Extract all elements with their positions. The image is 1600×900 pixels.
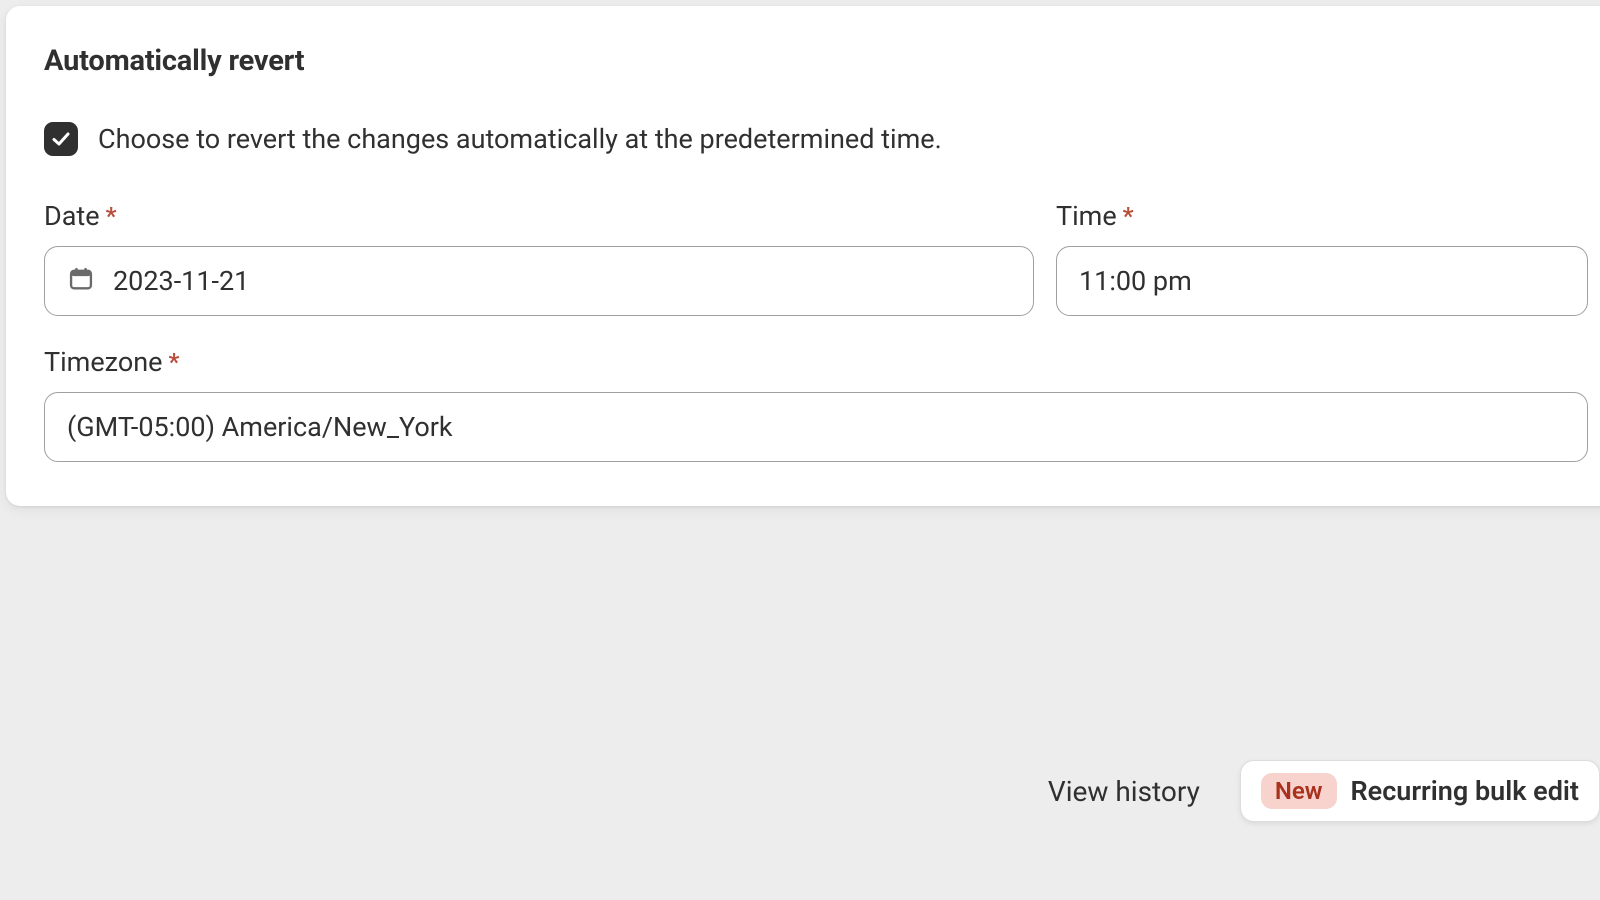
auto-revert-checkbox-row: Choose to revert the changes automatical… [44,122,1588,156]
date-input-wrap[interactable] [44,246,1034,316]
new-badge: New [1261,773,1337,809]
timezone-select[interactable]: (GMT-05:00) America/New_York [44,392,1588,462]
date-label: Date* [44,200,1034,232]
date-time-row: Date* Time* [44,200,1588,316]
time-input-wrap[interactable] [1056,246,1588,316]
required-asterisk: * [168,348,179,376]
timezone-value: (GMT-05:00) America/New_York [67,411,1565,443]
time-label: Time* [1056,200,1588,232]
time-field: Time* [1056,200,1588,316]
view-history-button[interactable]: View history [1048,775,1200,808]
check-icon [51,129,71,149]
auto-revert-card: Automatically revert Choose to revert th… [6,6,1600,506]
time-label-text: Time [1056,200,1117,232]
recurring-bulk-edit-label: Recurring bulk edit [1351,775,1579,807]
timezone-label: Timezone* [44,346,1588,378]
timezone-field: Timezone* (GMT-05:00) America/New_York [44,346,1588,462]
time-input[interactable] [1079,265,1565,297]
date-label-text: Date [44,200,100,232]
auto-revert-checkbox-label: Choose to revert the changes automatical… [98,123,942,155]
date-field: Date* [44,200,1034,316]
required-asterisk: * [1123,202,1134,230]
footer-bar: View history New Recurring bulk edit [1048,760,1600,822]
timezone-label-text: Timezone [44,346,162,378]
required-asterisk: * [106,202,117,230]
calendar-icon [67,265,95,297]
section-title: Automatically revert [44,44,1588,78]
date-input[interactable] [113,265,1011,297]
recurring-bulk-edit-button[interactable]: New Recurring bulk edit [1240,760,1600,822]
auto-revert-checkbox[interactable] [44,122,78,156]
